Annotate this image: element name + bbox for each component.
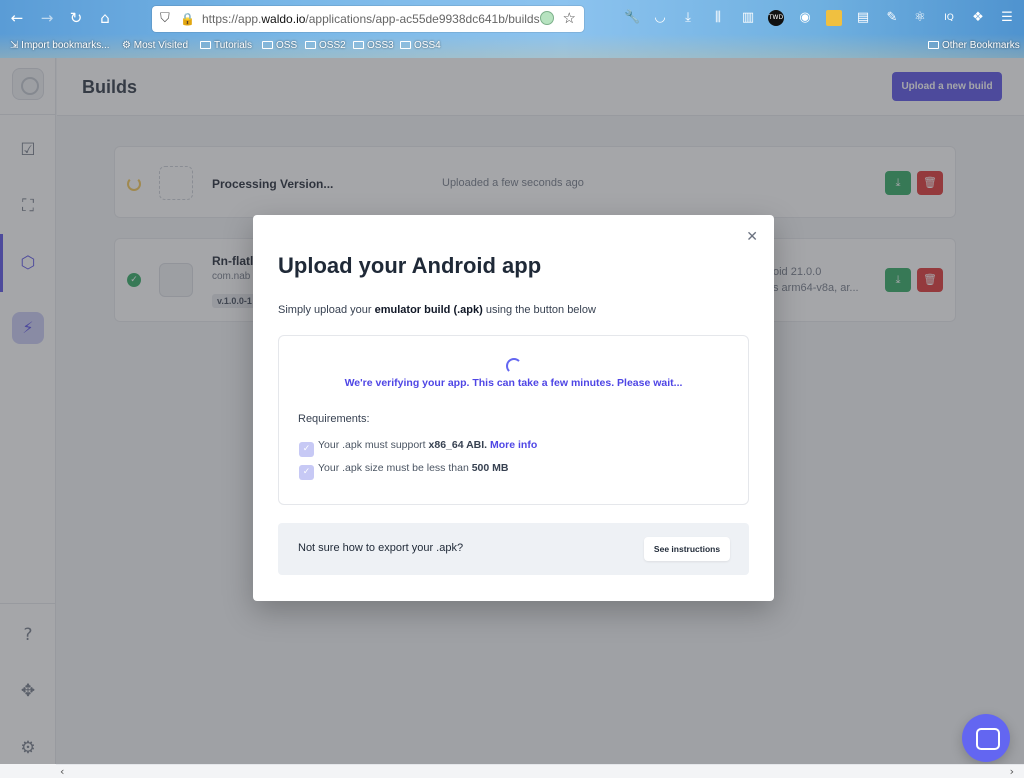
upload-modal: ✕ Upload your Android app Simply upload …	[253, 215, 774, 601]
address-bar[interactable]: ⛉ 🔒 https://app.waldo.io/applications/ap…	[152, 6, 584, 32]
pocket-icon[interactable]: ◡	[652, 10, 668, 26]
download-icon[interactable]: ⤓	[680, 10, 696, 26]
color-extension-icon[interactable]: ❖	[970, 10, 986, 26]
bookmark-folder-oss2[interactable]: OSS2	[305, 38, 346, 54]
horizontal-scrollbar[interactable]: ‹ ›	[56, 764, 1024, 778]
requirements-label: Requirements:	[298, 413, 370, 425]
scroll-right-icon[interactable]: ›	[1010, 765, 1014, 778]
upload-dropzone[interactable]: We're verifying your app. This can take …	[278, 335, 749, 505]
react-devtools-icon[interactable]: ⚛	[912, 10, 928, 26]
folder-icon	[928, 41, 939, 49]
bookmark-import[interactable]: ⇲ Import bookmarks...	[10, 38, 110, 54]
folder-icon	[353, 41, 364, 49]
extension-icon[interactable]	[540, 11, 554, 25]
menu-icon[interactable]: ☰	[999, 10, 1015, 26]
yellow-extension-icon[interactable]	[826, 10, 842, 26]
bookmark-folder-other[interactable]: Other Bookmarks	[928, 38, 1020, 54]
scroll-left-icon[interactable]: ‹	[60, 765, 64, 778]
wrench-icon[interactable]: 🔧	[624, 10, 640, 26]
browser-toolbar: ← → ↻ ⌂ ⛉ 🔒 https://app.waldo.io/applica…	[0, 0, 1024, 58]
url-text[interactable]: https://app.waldo.io/applications/app-ac…	[202, 11, 540, 27]
bookmark-folder-oss3[interactable]: OSS3	[353, 38, 394, 54]
requirement-abi: ✓ Your .apk must support x86_64 ABI. More…	[299, 439, 537, 457]
bookmark-star-icon[interactable]: ☆	[563, 9, 576, 27]
help-section: Not sure how to export your .apk? See in…	[278, 523, 749, 575]
bookmark-most-visited[interactable]: ⚙ Most Visited	[122, 38, 188, 54]
chat-support-icon[interactable]	[962, 714, 1010, 762]
scroll-corner	[0, 764, 56, 778]
bird-extension-icon[interactable]: ✎	[884, 10, 900, 26]
folder-icon	[305, 41, 316, 49]
verifying-status-text: We're verifying your app. This can take …	[344, 377, 683, 389]
more-info-link[interactable]: More info	[490, 439, 537, 451]
bookmark-folder-tutorials[interactable]: Tutorials	[200, 38, 252, 54]
modal-description: Simply upload your emulator build (.apk)…	[278, 304, 596, 316]
folder-icon	[400, 41, 411, 49]
bookmark-folder-oss[interactable]: OSS	[262, 38, 297, 54]
library-icon[interactable]: ⫼	[710, 10, 726, 26]
iq-extension-icon[interactable]: IQ	[941, 10, 957, 26]
checkbox-checked-icon: ✓	[299, 465, 314, 480]
close-icon[interactable]: ✕	[746, 229, 758, 245]
notes-extension-icon[interactable]: ▤	[855, 10, 871, 26]
forward-icon[interactable]: →	[36, 6, 58, 30]
lock-icon[interactable]: 🔒	[180, 11, 195, 27]
loading-spinner-icon	[506, 358, 522, 374]
sidebar-toggle-icon[interactable]: ▥	[740, 10, 756, 26]
globe-extension-icon[interactable]: ◉	[797, 10, 813, 26]
tracking-shield-icon[interactable]: ⛉	[160, 11, 174, 27]
modal-title: Upload your Android app	[278, 253, 542, 278]
help-text: Not sure how to export your .apk?	[298, 542, 464, 554]
bookmark-folder-oss4[interactable]: OSS4	[400, 38, 441, 54]
reload-icon[interactable]: ↻	[65, 6, 87, 30]
back-icon[interactable]: ←	[6, 6, 28, 30]
folder-icon	[200, 41, 211, 49]
see-instructions-button[interactable]: See instructions	[644, 537, 730, 561]
requirement-size: ✓ Your .apk size must be less than 500 MB	[299, 462, 508, 480]
twd-extension-icon[interactable]: TWD	[768, 10, 784, 26]
folder-icon	[262, 41, 273, 49]
bookmarks-bar: ⇲ Import bookmarks... ⚙ Most Visited Tut…	[0, 38, 1024, 54]
checkbox-checked-icon: ✓	[299, 442, 314, 457]
home-icon[interactable]: ⌂	[94, 6, 116, 30]
